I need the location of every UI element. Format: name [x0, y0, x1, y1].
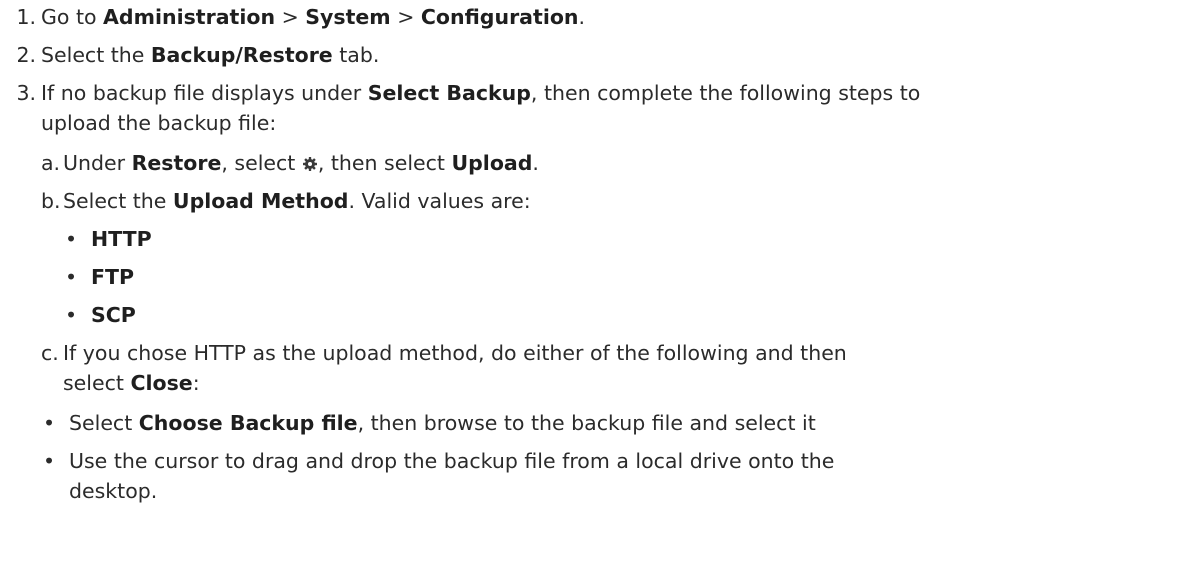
substep-text: select [63, 371, 131, 395]
period: . [532, 151, 539, 175]
menu-administration: Administration [103, 5, 276, 29]
substep-text: : [192, 371, 200, 395]
list-text-line: Use the cursor to drag and drop the back… [69, 449, 835, 473]
list-text: , then browse to the backup file and sel… [357, 411, 816, 435]
substep-text-line: If you chose HTTP as the upload method, … [63, 341, 847, 365]
step-number: 2. [16, 43, 36, 67]
step-text: Go to [41, 5, 104, 29]
list-item: • Use the cursor to drag and drop the ba… [41, 446, 1182, 506]
step-text-line: upload the backup file: [41, 111, 277, 135]
step-1: 1. Go to Administration > System > Confi… [0, 2, 1182, 32]
option-http: HTTP [91, 227, 152, 251]
close-label: Close [130, 371, 193, 395]
substep-c: c. If you chose HTTP as the upload metho… [0, 338, 1182, 506]
substep-b: b. Select the Upload Method. Valid value… [0, 186, 1182, 330]
menu-configuration: Configuration [420, 5, 579, 29]
step-text: Select the [41, 43, 151, 67]
list-item: • Select Choose Backup file, then browse… [41, 408, 1182, 438]
substep-letter: c. [41, 341, 59, 365]
step-text-line: If no backup file displays under Select … [41, 78, 1182, 108]
bullet: • [43, 449, 56, 473]
substep-a: a. Under Restore, select , then select U… [0, 148, 1182, 178]
step-text: If no backup file displays under [41, 81, 368, 105]
bullet: • [65, 265, 78, 289]
step-3: 3. If no backup file displays under Sele… [0, 78, 1182, 138]
step-text: tab. [332, 43, 380, 67]
substep-letter: b. [41, 189, 61, 213]
upload-method-list: • HTTP • FTP • SCP [63, 224, 1182, 330]
separator: > [390, 5, 421, 29]
option-ftp: FTP [91, 265, 135, 289]
step-2: 2. Select the Backup/Restore tab. [0, 40, 1182, 70]
option-scp: SCP [91, 303, 136, 327]
step-number: 3. [16, 81, 36, 105]
separator: > [275, 5, 306, 29]
tab-backup-restore: Backup/Restore [150, 43, 333, 67]
substep-text: Select the [63, 189, 173, 213]
substep-text-line: select Close: [63, 368, 1182, 398]
substep-text: . Valid values are: [348, 189, 531, 213]
menu-system: System [305, 5, 391, 29]
substep-text: , then select [317, 151, 452, 175]
restore-label: Restore [131, 151, 222, 175]
gear-icon [302, 150, 318, 171]
bullet: • [65, 303, 78, 327]
http-options-list: • Select Choose Backup file, then browse… [41, 408, 1182, 506]
substep-letter: a. [41, 151, 61, 175]
select-backup-label: Select Backup [367, 81, 531, 105]
list-item: • FTP [63, 262, 1182, 292]
upload-label: Upload [451, 151, 533, 175]
step-text: , then complete the following steps to [530, 81, 921, 105]
list-text: Select [69, 411, 139, 435]
bullet: • [65, 227, 78, 251]
substep-text: Under [63, 151, 132, 175]
procedure-document: 1. Go to Administration > System > Confi… [0, 0, 1182, 506]
bullet: • [43, 411, 56, 435]
choose-backup-file-label: Choose Backup file [138, 411, 358, 435]
list-item: • SCP [63, 300, 1182, 330]
list-item: • HTTP [63, 224, 1182, 254]
period: . [578, 5, 586, 29]
step-number: 1. [16, 5, 36, 29]
substep-text: , select [221, 151, 302, 175]
list-text-line: desktop. [69, 479, 158, 503]
upload-method-label: Upload Method [172, 189, 349, 213]
